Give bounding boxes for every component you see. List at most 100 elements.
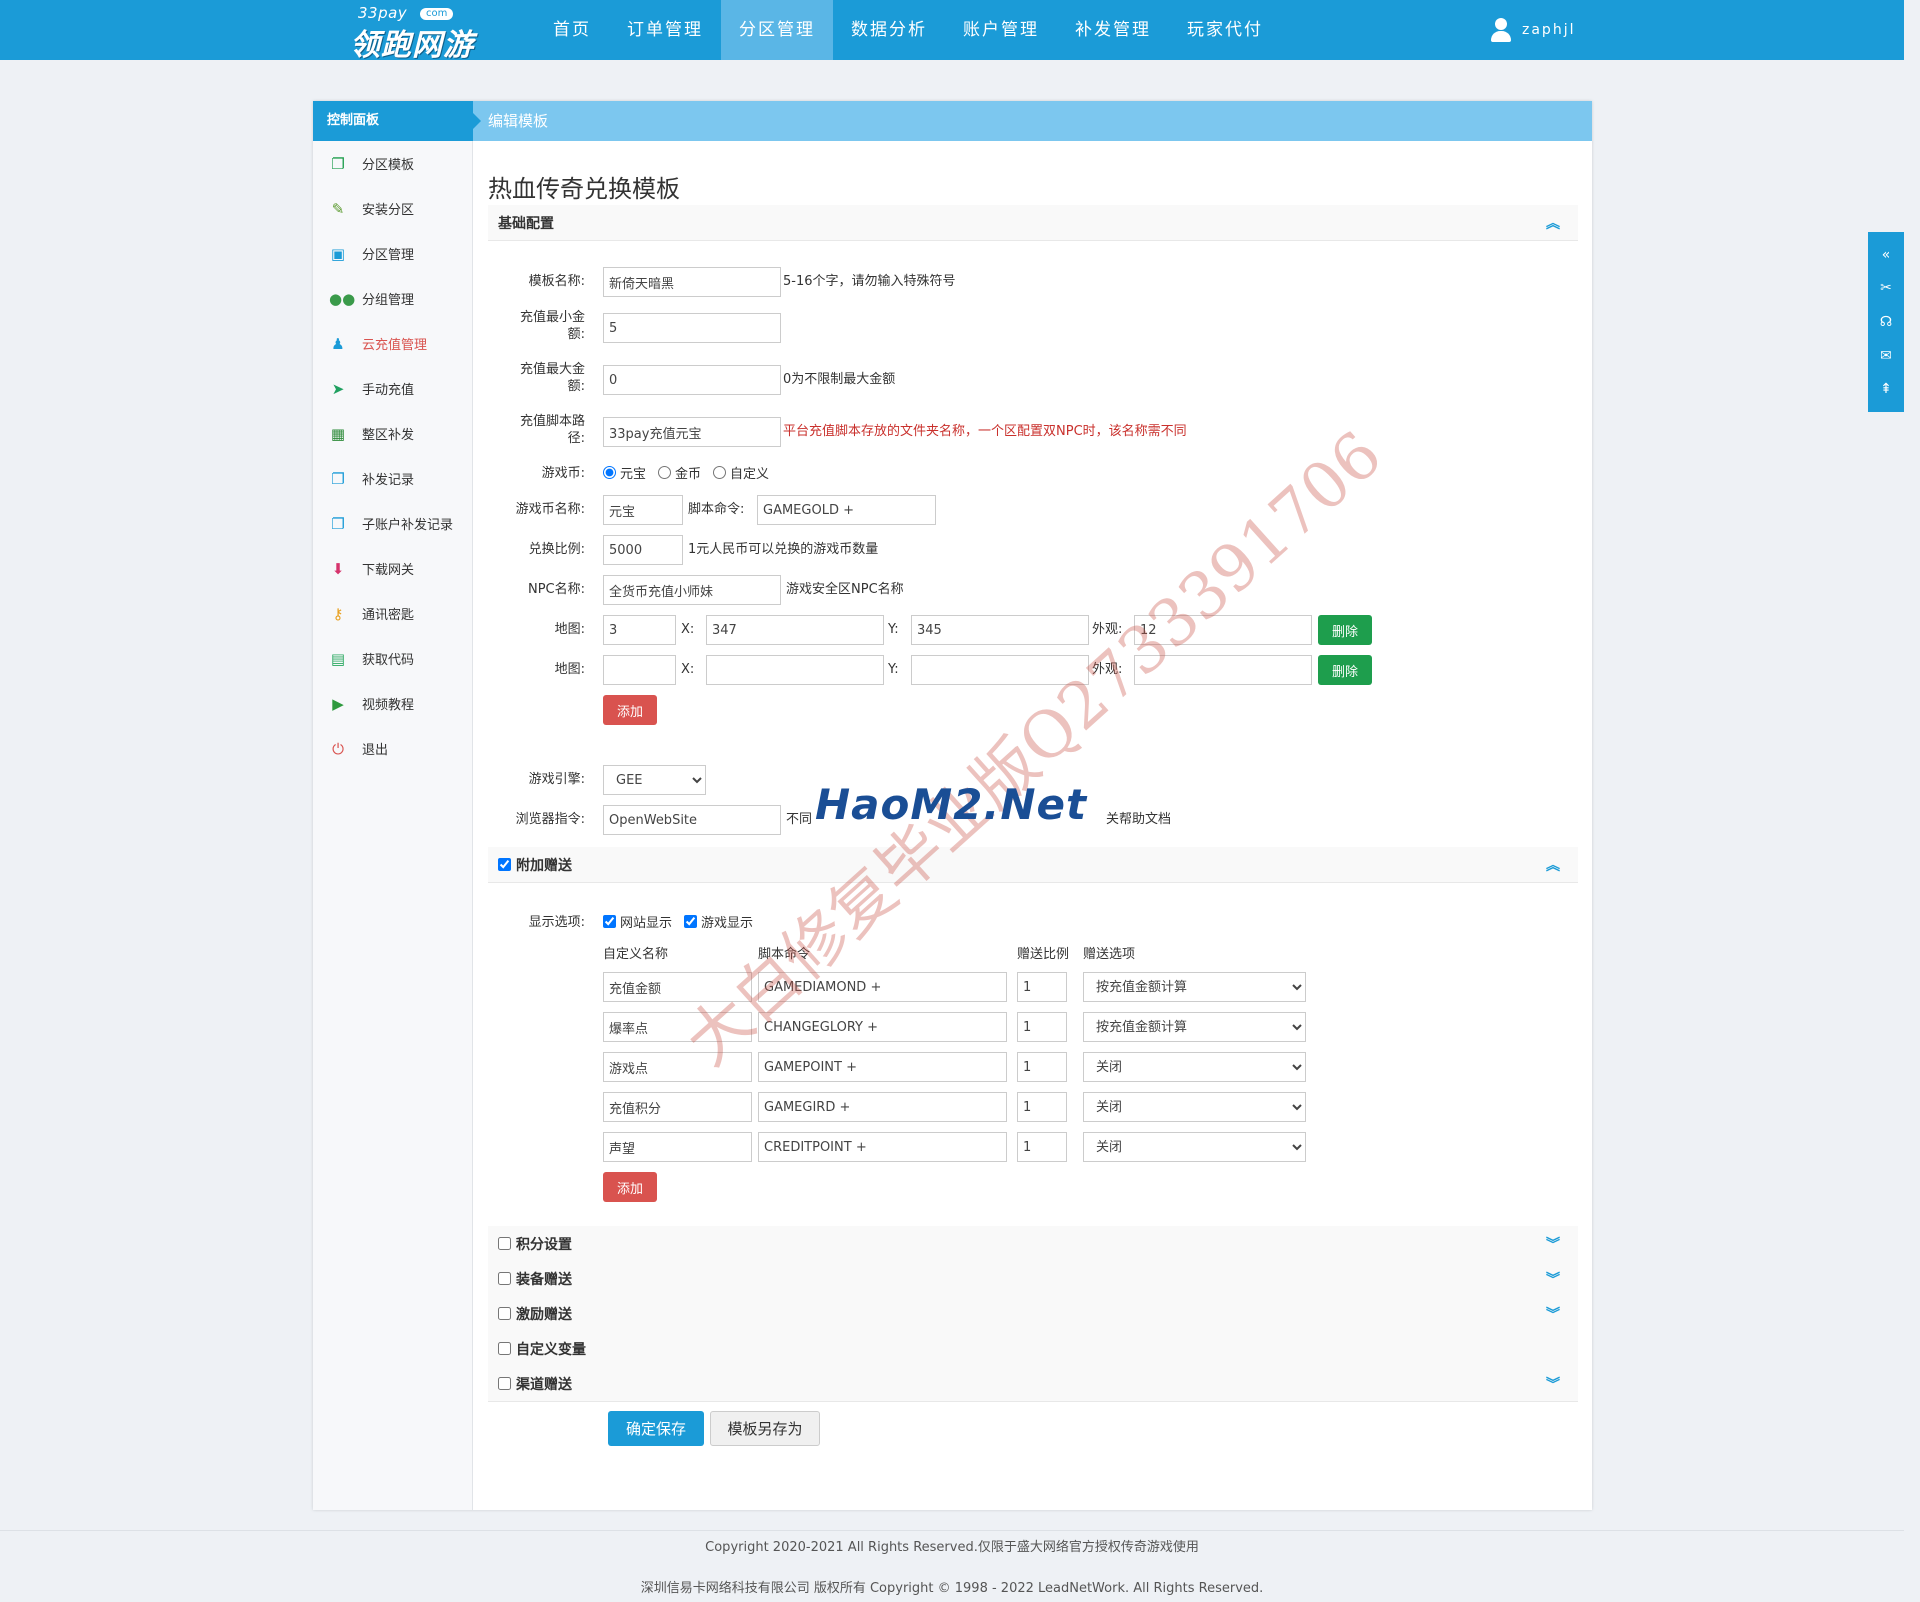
- nav-analytics[interactable]: 数据分析: [833, 0, 945, 60]
- nav-reissue[interactable]: 补发管理: [1057, 0, 1169, 60]
- browser-command-hint-a: 不同: [786, 812, 813, 827]
- section-points-checkbox[interactable]: [498, 1237, 511, 1250]
- nav-accounts[interactable]: 账户管理: [945, 0, 1057, 60]
- currency-radio-gold[interactable]: [658, 466, 672, 479]
- bonus-command-input[interactable]: [758, 972, 1007, 1002]
- tools-icon[interactable]: ✂: [1880, 280, 1892, 296]
- script-command-input[interactable]: [757, 495, 936, 525]
- main-panel: 控制面板 编辑模板 ❐ 分区模板 ✎ 安装分区 ▣ 分区管理 ●● 分组管理 ♟ 云充值管…: [313, 101, 1592, 1510]
- map-x-input[interactable]: [706, 655, 884, 685]
- add-bonus-button[interactable]: 添加: [603, 1172, 657, 1202]
- sidebar-item-download-gateway[interactable]: ⬇ 下载网关: [313, 546, 472, 591]
- footer-divider: [0, 1530, 1904, 1531]
- section-equipment-checkbox[interactable]: [498, 1272, 511, 1285]
- section-custom-variables[interactable]: 自定义变量: [488, 1331, 1578, 1367]
- chevron-down-icon[interactable]: ︾: [1546, 1304, 1560, 1324]
- game-display-checkbox[interactable]: [684, 915, 698, 928]
- sidebar-item-logout[interactable]: ⏻ 退出: [313, 726, 472, 771]
- section-incentive-gift[interactable]: 激励赠送 ︾: [488, 1296, 1578, 1332]
- bonus-ratio-input[interactable]: [1017, 1052, 1067, 1082]
- min-amount-input[interactable]: [603, 313, 781, 343]
- bonus-option-select[interactable]: 关闭: [1083, 1092, 1306, 1122]
- map-x-input[interactable]: [706, 615, 884, 645]
- collapse-icon[interactable]: «: [1882, 247, 1891, 263]
- chevron-up-icon[interactable]: ︽: [1546, 855, 1560, 875]
- bonus-ratio-input[interactable]: [1017, 1012, 1067, 1042]
- section-channel-checkbox[interactable]: [498, 1377, 511, 1390]
- chevron-down-icon[interactable]: ︾: [1546, 1269, 1560, 1289]
- map-id-input[interactable]: [603, 615, 676, 645]
- bonus-name-input[interactable]: [603, 1092, 752, 1122]
- section-incentive-checkbox[interactable]: [498, 1307, 511, 1320]
- bonus-command-input[interactable]: [758, 1012, 1007, 1042]
- currency-radio-yuanbao[interactable]: [603, 466, 616, 479]
- back-to-top-icon[interactable]: ⇞: [1880, 381, 1892, 397]
- sidebar-item-cloud-recharge[interactable]: ♟ 云充值管理: [313, 321, 472, 366]
- sidebar-item-reissue-log[interactable]: ❐ 补发记录: [313, 456, 472, 501]
- currency-name-input[interactable]: [603, 495, 683, 525]
- bonus-name-input[interactable]: [603, 972, 752, 1002]
- sidebar-item-comm-key[interactable]: ⚷ 通讯密匙: [313, 591, 472, 636]
- sidebar-item-zone-template[interactable]: ❐ 分区模板: [313, 141, 472, 186]
- delete-map-button[interactable]: 删除: [1318, 655, 1372, 685]
- bonus-name-input[interactable]: [603, 1132, 752, 1162]
- bonus-command-input[interactable]: [758, 1092, 1007, 1122]
- sidebar-item-sub-reissue-log[interactable]: ❐ 子账户补发记录: [313, 501, 472, 546]
- sidebar-item-zone-manage[interactable]: ▣ 分区管理: [313, 231, 472, 276]
- section-bonus[interactable]: 附加赠送 ︽: [488, 847, 1578, 883]
- nav-zones[interactable]: 分区管理: [721, 0, 833, 60]
- chevron-up-icon[interactable]: ︽: [1546, 213, 1560, 233]
- map-id-input[interactable]: [603, 655, 676, 685]
- nav-home[interactable]: 首页: [535, 0, 609, 60]
- sidebar-item-zone-reissue[interactable]: ▦ 整区补发: [313, 411, 472, 456]
- template-name-input[interactable]: [603, 267, 781, 297]
- bonus-ratio-input[interactable]: [1017, 972, 1067, 1002]
- currency-radio-custom[interactable]: [713, 466, 727, 479]
- section-equipment-gift[interactable]: 装备赠送 ︾: [488, 1261, 1578, 1297]
- chat-icon[interactable]: ✉: [1880, 348, 1892, 364]
- map-y-input[interactable]: [911, 655, 1089, 685]
- section-channel-gift[interactable]: 渠道赠送 ︾: [488, 1366, 1578, 1402]
- headset-icon[interactable]: ☊: [1880, 314, 1892, 330]
- section-basic-config[interactable]: 基础配置 ︽: [488, 205, 1578, 241]
- chevron-down-icon[interactable]: ︾: [1546, 1234, 1560, 1254]
- map-y-input[interactable]: [911, 615, 1089, 645]
- nav-orders[interactable]: 订单管理: [609, 0, 721, 60]
- bonus-command-input[interactable]: [758, 1132, 1007, 1162]
- add-map-button[interactable]: 添加: [603, 695, 657, 725]
- bonus-name-input[interactable]: [603, 1012, 752, 1042]
- brand-logo[interactable]: 33pay com 领跑网游: [350, 4, 500, 63]
- npc-name-input[interactable]: [603, 575, 781, 605]
- nav-player-pay[interactable]: 玩家代付: [1169, 0, 1281, 60]
- game-engine-select[interactable]: GEE: [603, 765, 706, 795]
- map-look-input[interactable]: [1134, 655, 1312, 685]
- bonus-option-select[interactable]: 关闭: [1083, 1052, 1306, 1082]
- sidebar-item-install-zone[interactable]: ✎ 安装分区: [313, 186, 472, 231]
- map-look-input[interactable]: [1134, 615, 1312, 645]
- user-menu[interactable]: zaphjl: [1490, 0, 1575, 60]
- website-display-checkbox[interactable]: [603, 915, 616, 928]
- browser-command-input[interactable]: [603, 805, 781, 835]
- sidebar-item-manual-recharge[interactable]: ➤ 手动充值: [313, 366, 472, 411]
- sidebar-item-video-tutorial[interactable]: ▶ 视频教程: [313, 681, 472, 726]
- section-custom-vars-checkbox[interactable]: [498, 1342, 511, 1355]
- section-points[interactable]: 积分设置 ︾: [488, 1226, 1578, 1262]
- chevron-down-icon[interactable]: ︾: [1546, 1374, 1560, 1394]
- bonus-name-input[interactable]: [603, 1052, 752, 1082]
- bonus-option-select[interactable]: 按充值金额计算: [1083, 1012, 1306, 1042]
- bonus-option-select[interactable]: 关闭: [1083, 1132, 1306, 1162]
- sidebar-item-group-manage[interactable]: ●● 分组管理: [313, 276, 472, 321]
- sidebar-item-get-code[interactable]: ▤ 获取代码: [313, 636, 472, 681]
- bonus-ratio-input[interactable]: [1017, 1092, 1067, 1122]
- save-button[interactable]: 确定保存: [608, 1411, 704, 1446]
- bonus-ratio-input[interactable]: [1017, 1132, 1067, 1162]
- bonus-option-select[interactable]: 按充值金额计算: [1083, 972, 1306, 1002]
- breadcrumb-edit-template: 编辑模板: [488, 112, 549, 130]
- exchange-ratio-input[interactable]: [603, 535, 683, 565]
- bonus-command-input[interactable]: [758, 1052, 1007, 1082]
- delete-map-button[interactable]: 删除: [1318, 615, 1372, 645]
- max-amount-input[interactable]: [603, 365, 781, 395]
- bonus-enable-checkbox[interactable]: [498, 858, 511, 871]
- save-as-template-button[interactable]: 模板另存为: [710, 1411, 820, 1446]
- script-path-input[interactable]: [603, 417, 781, 447]
